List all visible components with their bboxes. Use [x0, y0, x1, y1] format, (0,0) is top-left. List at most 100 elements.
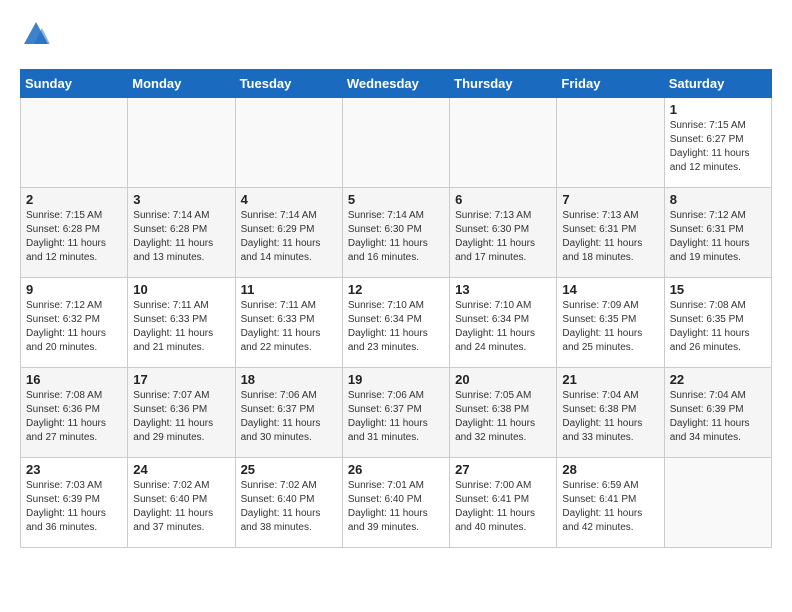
day-number: 26 — [348, 462, 444, 477]
day-cell: 21 Sunrise: 7:04 AMSunset: 6:38 PMDaylig… — [557, 368, 664, 458]
day-info: Sunrise: 7:04 AMSunset: 6:39 PMDaylight:… — [670, 390, 750, 443]
day-cell: 8 Sunrise: 7:12 AMSunset: 6:31 PMDayligh… — [664, 188, 771, 278]
day-number: 17 — [133, 372, 229, 387]
day-info: Sunrise: 7:09 AMSunset: 6:35 PMDaylight:… — [562, 300, 642, 353]
day-number: 21 — [562, 372, 658, 387]
day-cell: 25 Sunrise: 7:02 AMSunset: 6:40 PMDaylig… — [235, 458, 342, 548]
day-info: Sunrise: 7:10 AMSunset: 6:34 PMDaylight:… — [348, 300, 428, 353]
day-info: Sunrise: 7:14 AMSunset: 6:30 PMDaylight:… — [348, 210, 428, 263]
day-cell: 20 Sunrise: 7:05 AMSunset: 6:38 PMDaylig… — [450, 368, 557, 458]
day-number: 28 — [562, 462, 658, 477]
day-cell: 14 Sunrise: 7:09 AMSunset: 6:35 PMDaylig… — [557, 278, 664, 368]
day-number: 22 — [670, 372, 766, 387]
day-cell: 12 Sunrise: 7:10 AMSunset: 6:34 PMDaylig… — [342, 278, 449, 368]
day-cell: 2 Sunrise: 7:15 AMSunset: 6:28 PMDayligh… — [21, 188, 128, 278]
day-number: 9 — [26, 282, 122, 297]
day-cell — [21, 98, 128, 188]
day-number: 2 — [26, 192, 122, 207]
header-day-saturday: Saturday — [664, 70, 771, 98]
page-header — [20, 20, 772, 53]
day-info: Sunrise: 7:02 AMSunset: 6:40 PMDaylight:… — [133, 480, 213, 533]
day-cell — [128, 98, 235, 188]
day-number: 24 — [133, 462, 229, 477]
day-cell: 19 Sunrise: 7:06 AMSunset: 6:37 PMDaylig… — [342, 368, 449, 458]
day-number: 1 — [670, 102, 766, 117]
day-cell: 22 Sunrise: 7:04 AMSunset: 6:39 PMDaylig… — [664, 368, 771, 458]
day-info: Sunrise: 7:14 AMSunset: 6:28 PMDaylight:… — [133, 210, 213, 263]
day-info: Sunrise: 7:00 AMSunset: 6:41 PMDaylight:… — [455, 480, 535, 533]
day-number: 3 — [133, 192, 229, 207]
day-info: Sunrise: 7:13 AMSunset: 6:30 PMDaylight:… — [455, 210, 535, 263]
week-row-3: 9 Sunrise: 7:12 AMSunset: 6:32 PMDayligh… — [21, 278, 772, 368]
day-info: Sunrise: 7:12 AMSunset: 6:31 PMDaylight:… — [670, 210, 750, 263]
day-cell: 7 Sunrise: 7:13 AMSunset: 6:31 PMDayligh… — [557, 188, 664, 278]
day-cell: 18 Sunrise: 7:06 AMSunset: 6:37 PMDaylig… — [235, 368, 342, 458]
day-info: Sunrise: 7:01 AMSunset: 6:40 PMDaylight:… — [348, 480, 428, 533]
header-day-friday: Friday — [557, 70, 664, 98]
day-info: Sunrise: 7:04 AMSunset: 6:38 PMDaylight:… — [562, 390, 642, 443]
day-cell: 27 Sunrise: 7:00 AMSunset: 6:41 PMDaylig… — [450, 458, 557, 548]
day-info: Sunrise: 7:15 AMSunset: 6:27 PMDaylight:… — [670, 120, 750, 173]
day-cell: 11 Sunrise: 7:11 AMSunset: 6:33 PMDaylig… — [235, 278, 342, 368]
week-row-5: 23 Sunrise: 7:03 AMSunset: 6:39 PMDaylig… — [21, 458, 772, 548]
day-cell: 6 Sunrise: 7:13 AMSunset: 6:30 PMDayligh… — [450, 188, 557, 278]
day-cell: 9 Sunrise: 7:12 AMSunset: 6:32 PMDayligh… — [21, 278, 128, 368]
header-row: SundayMondayTuesdayWednesdayThursdayFrid… — [21, 70, 772, 98]
day-cell: 16 Sunrise: 7:08 AMSunset: 6:36 PMDaylig… — [21, 368, 128, 458]
header-day-tuesday: Tuesday — [235, 70, 342, 98]
week-row-4: 16 Sunrise: 7:08 AMSunset: 6:36 PMDaylig… — [21, 368, 772, 458]
day-cell: 1 Sunrise: 7:15 AMSunset: 6:27 PMDayligh… — [664, 98, 771, 188]
day-cell: 4 Sunrise: 7:14 AMSunset: 6:29 PMDayligh… — [235, 188, 342, 278]
day-number: 27 — [455, 462, 551, 477]
header-day-thursday: Thursday — [450, 70, 557, 98]
day-info: Sunrise: 7:05 AMSunset: 6:38 PMDaylight:… — [455, 390, 535, 443]
day-info: Sunrise: 7:11 AMSunset: 6:33 PMDaylight:… — [241, 300, 321, 353]
day-info: Sunrise: 7:12 AMSunset: 6:32 PMDaylight:… — [26, 300, 106, 353]
day-cell: 5 Sunrise: 7:14 AMSunset: 6:30 PMDayligh… — [342, 188, 449, 278]
day-info: Sunrise: 7:14 AMSunset: 6:29 PMDaylight:… — [241, 210, 321, 263]
week-row-2: 2 Sunrise: 7:15 AMSunset: 6:28 PMDayligh… — [21, 188, 772, 278]
day-number: 12 — [348, 282, 444, 297]
day-cell: 15 Sunrise: 7:08 AMSunset: 6:35 PMDaylig… — [664, 278, 771, 368]
logo-icon — [22, 20, 50, 48]
header-day-monday: Monday — [128, 70, 235, 98]
day-number: 7 — [562, 192, 658, 207]
day-cell — [664, 458, 771, 548]
day-cell: 24 Sunrise: 7:02 AMSunset: 6:40 PMDaylig… — [128, 458, 235, 548]
day-number: 19 — [348, 372, 444, 387]
day-cell: 26 Sunrise: 7:01 AMSunset: 6:40 PMDaylig… — [342, 458, 449, 548]
day-info: Sunrise: 7:06 AMSunset: 6:37 PMDaylight:… — [348, 390, 428, 443]
day-info: Sunrise: 7:02 AMSunset: 6:40 PMDaylight:… — [241, 480, 321, 533]
day-cell: 13 Sunrise: 7:10 AMSunset: 6:34 PMDaylig… — [450, 278, 557, 368]
day-number: 16 — [26, 372, 122, 387]
day-info: Sunrise: 6:59 AMSunset: 6:41 PMDaylight:… — [562, 480, 642, 533]
day-info: Sunrise: 7:13 AMSunset: 6:31 PMDaylight:… — [562, 210, 642, 263]
day-number: 8 — [670, 192, 766, 207]
day-number: 18 — [241, 372, 337, 387]
day-number: 10 — [133, 282, 229, 297]
day-number: 4 — [241, 192, 337, 207]
day-number: 23 — [26, 462, 122, 477]
logo — [20, 20, 50, 53]
day-cell: 10 Sunrise: 7:11 AMSunset: 6:33 PMDaylig… — [128, 278, 235, 368]
day-number: 13 — [455, 282, 551, 297]
day-number: 5 — [348, 192, 444, 207]
day-info: Sunrise: 7:07 AMSunset: 6:36 PMDaylight:… — [133, 390, 213, 443]
day-info: Sunrise: 7:06 AMSunset: 6:37 PMDaylight:… — [241, 390, 321, 443]
day-number: 6 — [455, 192, 551, 207]
header-day-sunday: Sunday — [21, 70, 128, 98]
day-cell — [342, 98, 449, 188]
day-number: 15 — [670, 282, 766, 297]
day-cell — [235, 98, 342, 188]
day-number: 11 — [241, 282, 337, 297]
day-cell — [450, 98, 557, 188]
day-info: Sunrise: 7:08 AMSunset: 6:35 PMDaylight:… — [670, 300, 750, 353]
day-cell: 3 Sunrise: 7:14 AMSunset: 6:28 PMDayligh… — [128, 188, 235, 278]
header-day-wednesday: Wednesday — [342, 70, 449, 98]
day-info: Sunrise: 7:11 AMSunset: 6:33 PMDaylight:… — [133, 300, 213, 353]
day-number: 14 — [562, 282, 658, 297]
day-number: 20 — [455, 372, 551, 387]
day-info: Sunrise: 7:10 AMSunset: 6:34 PMDaylight:… — [455, 300, 535, 353]
day-info: Sunrise: 7:03 AMSunset: 6:39 PMDaylight:… — [26, 480, 106, 533]
week-row-1: 1 Sunrise: 7:15 AMSunset: 6:27 PMDayligh… — [21, 98, 772, 188]
